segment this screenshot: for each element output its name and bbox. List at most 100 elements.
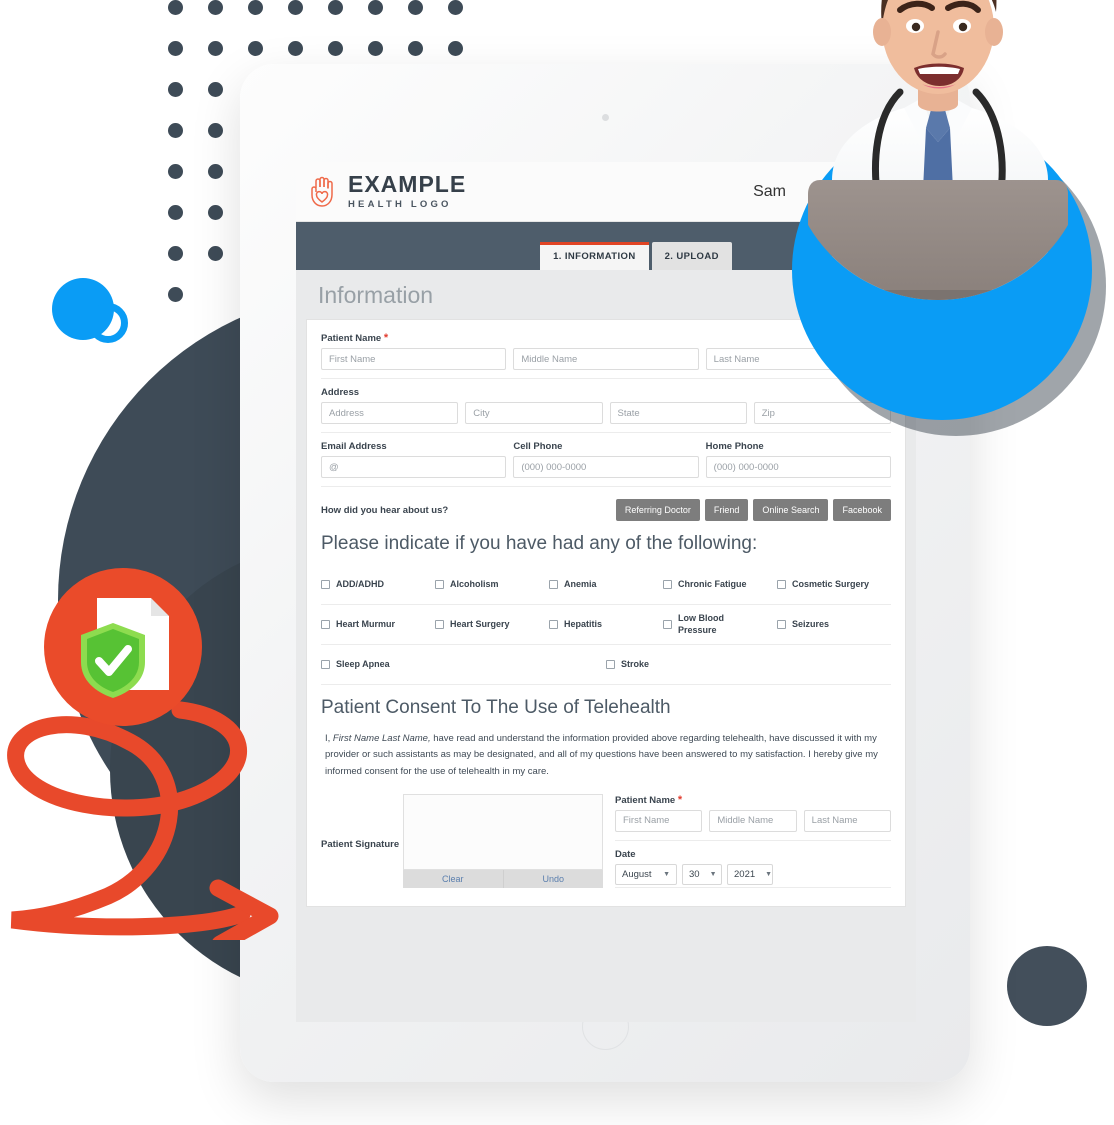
consent-middle-name-input[interactable]: Middle Name: [709, 809, 797, 832]
dot: [168, 205, 183, 220]
address-input[interactable]: Address: [321, 402, 459, 424]
checkbox-icon[interactable]: [549, 580, 558, 589]
option-online-search[interactable]: Online Search: [753, 499, 829, 521]
signature-box: Clear Undo: [403, 793, 604, 896]
checkbox-low-blood-pressure[interactable]: Low Blood Pressure: [663, 605, 777, 645]
dot: [208, 246, 223, 261]
checkbox-add-adhd[interactable]: ADD/ADHD: [321, 565, 435, 605]
option-referring-doctor[interactable]: Referring Doctor: [615, 499, 700, 521]
checkbox-alcoholism[interactable]: Alcoholism: [435, 565, 549, 605]
consent-name-placeholder: First Name Last Name,: [332, 733, 431, 744]
option-facebook[interactable]: Facebook: [833, 499, 891, 521]
city-input[interactable]: City: [465, 402, 603, 424]
dot: [448, 41, 463, 56]
consent-name-row: First Name Middle Name Last Name: [615, 809, 891, 832]
date-day-select[interactable]: 30 ▼: [682, 863, 722, 885]
dot: [448, 0, 463, 15]
checkbox-icon[interactable]: [777, 620, 786, 629]
dot: [408, 41, 423, 56]
brand-name-secondary: HEALTH LOGO: [348, 199, 452, 210]
checkbox-icon[interactable]: [321, 580, 330, 589]
signature-clear-button[interactable]: Clear: [403, 869, 504, 888]
checkbox-icon[interactable]: [435, 620, 444, 629]
checkbox-cosmetic-surgery[interactable]: Cosmetic Surgery: [777, 565, 891, 605]
dot: [288, 41, 303, 56]
date-year-select[interactable]: 2021 ▼: [727, 863, 773, 885]
signature-row: Patient Signature Clear Undo Patient Nam…: [321, 793, 891, 896]
tab-upload[interactable]: 2. UPLOAD: [651, 242, 732, 270]
cell-phone-input[interactable]: (000) 000-0000: [513, 456, 699, 478]
checkbox-label: Cosmetic Surgery: [792, 578, 870, 589]
option-friend[interactable]: Friend: [704, 499, 749, 521]
first-name-input[interactable]: First Name: [321, 348, 507, 370]
dot: [368, 0, 383, 15]
middle-name-input[interactable]: Middle Name: [513, 348, 699, 370]
divider: [321, 486, 891, 487]
dot: [208, 205, 223, 220]
dot: [248, 41, 263, 56]
checkbox-icon[interactable]: [549, 620, 558, 629]
checkbox-heart-murmur[interactable]: Heart Murmur: [321, 605, 435, 645]
dot: [208, 164, 223, 179]
dot: [208, 123, 223, 138]
checkbox-heart-surgery[interactable]: Heart Surgery: [435, 605, 549, 645]
checkbox-icon[interactable]: [663, 580, 672, 589]
dot: [208, 0, 223, 15]
state-input[interactable]: State: [609, 402, 747, 424]
checkbox-label: Seizures: [792, 618, 830, 629]
checkbox-sleep-apnea[interactable]: Sleep Apnea: [321, 645, 606, 685]
hear-about-us-options: Referring Doctor Friend Online Search Fa…: [615, 499, 891, 521]
dot: [168, 0, 183, 15]
dot: [288, 0, 303, 15]
page-root: EXAMPLE HEALTH LOGO Sam 1. INFORMATION 2…: [0, 0, 1114, 1125]
home-phone-label: Home Phone: [705, 441, 764, 452]
checkbox-label: Hepatitis: [564, 618, 603, 629]
checkbox-chronic-fatigue[interactable]: Chronic Fatigue: [663, 565, 777, 605]
consent-text-lead: I,: [325, 733, 333, 744]
checkbox-icon[interactable]: [321, 620, 330, 629]
cell-phone-label: Cell Phone: [513, 441, 563, 452]
dot: [248, 0, 263, 15]
checkbox-stroke[interactable]: Stroke: [606, 645, 891, 685]
tab-information[interactable]: 1. INFORMATION: [540, 242, 650, 270]
signature-canvas[interactable]: [403, 793, 603, 870]
date-label: Date: [615, 848, 636, 860]
checkbox-icon[interactable]: [606, 660, 615, 669]
chevron-down-icon: ▼: [663, 870, 670, 878]
date-month-select[interactable]: August ▼: [615, 863, 677, 885]
doctor-with-laptop-photo: [808, 0, 1068, 300]
dot: [168, 123, 183, 138]
contact-group: Email Address Cell Phone Home Phone @ (0…: [321, 441, 891, 478]
home-phone-input[interactable]: (000) 000-0000: [705, 456, 891, 478]
dot: [168, 246, 183, 261]
dot: [368, 41, 383, 56]
checkbox-hepatitis[interactable]: Hepatitis: [549, 605, 663, 645]
checkbox-icon[interactable]: [435, 580, 444, 589]
dot: [208, 41, 223, 56]
checkbox-label: Alcoholism: [450, 578, 499, 589]
email-input[interactable]: @: [321, 456, 507, 478]
checkbox-anemia[interactable]: Anemia: [549, 565, 663, 605]
consent-first-name-input[interactable]: First Name: [615, 809, 703, 832]
consent-paragraph: I, First Name Last Name, have read and u…: [321, 729, 891, 794]
signature-actions: Clear Undo: [403, 869, 604, 888]
brand-name-primary: EXAMPLE: [348, 171, 467, 197]
checkbox-icon[interactable]: [663, 620, 672, 629]
consent-patient-name-label: Patient Name *: [615, 793, 683, 806]
required-marker: *: [677, 793, 683, 806]
tablet-camera-icon: [601, 114, 609, 121]
divider: [615, 886, 891, 888]
checkbox-icon[interactable]: [777, 580, 786, 589]
dot: [328, 41, 343, 56]
checkbox-label: Low Blood Pressure: [678, 613, 724, 635]
consent-last-name-input[interactable]: Last Name: [803, 809, 891, 832]
hand-heart-icon: [311, 176, 333, 207]
checkbox-label: Heart Surgery: [450, 618, 510, 629]
email-label: Email Address: [321, 441, 387, 452]
checkbox-icon[interactable]: [321, 660, 330, 669]
signature-undo-button[interactable]: Undo: [504, 870, 604, 888]
checkbox-seizures[interactable]: Seizures: [777, 605, 891, 645]
dot: [208, 82, 223, 97]
date-day-value: 30: [689, 868, 700, 880]
brand-logo[interactable]: EXAMPLE HEALTH LOGO: [310, 173, 466, 210]
